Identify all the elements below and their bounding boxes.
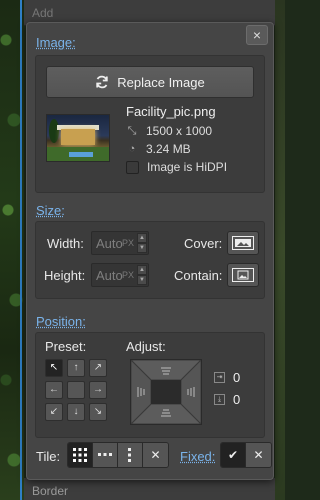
tile-horizontal-button[interactable] [93, 443, 118, 467]
position-section-title[interactable]: Position: [36, 314, 86, 329]
image-contain-icon [232, 268, 254, 282]
preset-top-left[interactable]: ↖ [45, 359, 63, 377]
offset-y-icon: ⤓ [214, 394, 225, 405]
width-unit: PX [121, 238, 134, 248]
preset-bottom[interactable]: ↓ [67, 403, 85, 421]
preset-right[interactable]: → [89, 381, 107, 399]
background-image-panel: × Image: Replace Image Facility_pic.png … [26, 22, 274, 480]
image-filesize-row: ◔ 3.24 MB [126, 142, 191, 156]
image-dimensions-row: ⤡ 1500 x 1000 [126, 124, 212, 138]
height-stepper[interactable]: ▲ ▼ [137, 265, 147, 285]
position-adjust-pad[interactable] [129, 358, 203, 426]
preset-center[interactable] [67, 381, 85, 399]
offset-x-row[interactable]: ⇥ 0 [214, 370, 240, 385]
vertical-dots-icon [128, 448, 131, 462]
preset-top[interactable]: ↑ [67, 359, 85, 377]
close-button[interactable]: × [246, 25, 268, 45]
preset-top-right[interactable]: ↗ [89, 359, 107, 377]
height-input[interactable]: Auto PX ▲ ▼ [91, 263, 149, 287]
cover-label: Cover: [184, 236, 223, 251]
x-icon: ✕ [150, 448, 161, 462]
replace-image-button[interactable]: Replace Image [46, 66, 254, 98]
hidpi-label: Image is HiDPI [147, 160, 228, 174]
preset-bottom-right[interactable]: ↘ [89, 403, 107, 421]
offset-y-value[interactable]: 0 [233, 392, 240, 407]
contain-button[interactable] [227, 263, 259, 287]
image-filesize: 3.24 MB [146, 142, 191, 156]
height-value: Auto [96, 268, 123, 283]
tile-label: Tile: [36, 449, 61, 464]
checkmark-icon: ✔ [227, 448, 239, 462]
height-unit: PX [121, 270, 134, 280]
replace-image-label: Replace Image [117, 74, 205, 90]
position-section-box: Preset: Adjust: ↖ ↑ ↗ ← → ↙ ↓ ↘ ⇥ 0 ⤓ 0 [35, 332, 265, 438]
fixed-off-button[interactable]: ✕ [246, 443, 271, 467]
tile-vertical-button[interactable] [118, 443, 143, 467]
grid-dots-icon [73, 448, 87, 462]
offset-x-value[interactable]: 0 [233, 370, 240, 385]
preset-grid: ↖ ↑ ↗ ← → ↙ ↓ ↘ [45, 359, 107, 421]
hidpi-checkbox[interactable] [126, 160, 139, 174]
contain-label: Contain: [174, 268, 223, 283]
image-section-box: Replace Image Facility_pic.png ⤡ 1500 x … [35, 55, 265, 193]
hidpi-row[interactable]: Image is HiDPI [126, 160, 227, 174]
width-stepper[interactable]: ▲ ▼ [137, 233, 147, 253]
background-panel-footer: Border [24, 478, 275, 500]
fixed-label[interactable]: Fixed: [180, 449, 215, 464]
tile-options: ✕ [67, 442, 169, 468]
background-footer-label: Border [32, 484, 69, 498]
filename-text: Facility_pic.png [126, 104, 216, 119]
image-thumbnail [46, 114, 110, 162]
tile-both-button[interactable] [68, 443, 93, 467]
preset-bottom-left[interactable]: ↙ [45, 403, 63, 421]
width-input[interactable]: Auto PX ▲ ▼ [91, 231, 149, 255]
adjust-label: Adjust: [126, 339, 166, 354]
fixed-on-button[interactable]: ✔ [221, 443, 246, 467]
width-value: Auto [96, 236, 123, 251]
tile-none-button[interactable]: ✕ [143, 443, 168, 467]
x-icon: ✕ [253, 448, 264, 462]
selection-guide-line [20, 0, 22, 500]
offset-y-row[interactable]: ⤓ 0 [214, 392, 240, 407]
offset-x-icon: ⇥ [214, 372, 225, 383]
size-section-title[interactable]: Size: [36, 203, 65, 218]
preset-left[interactable]: ← [45, 381, 63, 399]
resize-arrows-icon: ⤡ [127, 124, 137, 137]
size-section-box: Width: Auto PX ▲ ▼ Cover: Height: Auto PX… [35, 221, 265, 299]
background-header-label: Add [32, 6, 54, 20]
image-cover-icon [232, 236, 254, 250]
height-label: Height: [44, 268, 86, 283]
fixed-options: ✔ ✕ [220, 442, 272, 468]
preset-label: Preset: [45, 339, 87, 354]
cover-button[interactable] [227, 231, 259, 255]
image-dimensions: 1500 x 1000 [146, 124, 213, 138]
background-right [275, 0, 285, 500]
refresh-icon [96, 75, 108, 89]
horizontal-dots-icon [98, 453, 112, 456]
gauge-icon: ◔ [128, 143, 136, 155]
width-label: Width: [47, 236, 84, 251]
adjust-pad-icon [129, 358, 203, 426]
image-section-title[interactable]: Image: [36, 35, 76, 50]
image-filename: Facility_pic.png [126, 104, 216, 119]
